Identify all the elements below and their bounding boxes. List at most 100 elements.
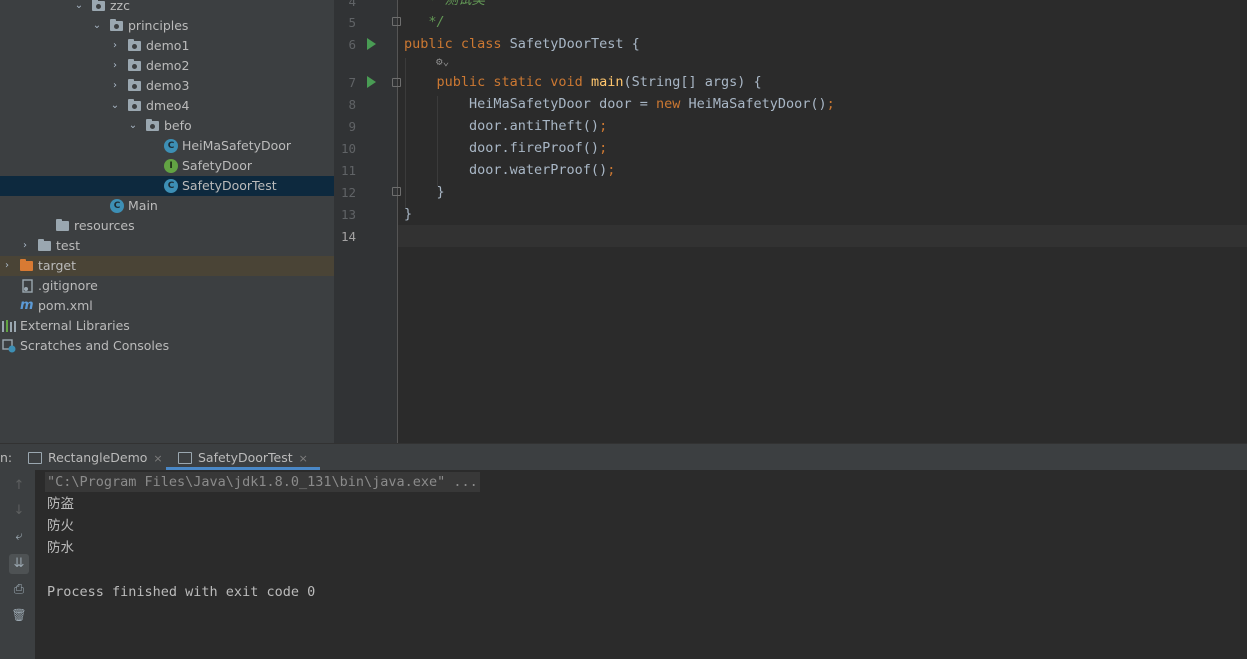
package-icon [128,99,142,113]
project-tree: ⌄ zzc ⌄ principles › demo1 › demo2 › dem… [0,0,334,443]
tree-item-zzc[interactable]: ⌄ zzc [0,0,334,16]
tree-item-label: resources [74,218,135,233]
tree-item-target[interactable]: › target [0,256,334,276]
code-text: (String[] args) { [623,74,762,90]
run-label: n: [0,450,13,465]
interface-icon: I [164,159,178,173]
down-arrow-icon[interactable]: ↓ [9,501,29,521]
console-output-line: 防盗 [47,496,74,512]
fold-marker-icon[interactable] [392,17,401,26]
tree-item-safetydoortest[interactable]: C SafetyDoorTest [0,176,334,196]
ide-window: ⌄ zzc ⌄ principles › demo1 › demo2 › dem… [0,0,1247,659]
fold-marker-icon[interactable] [392,187,401,196]
gitignore-file-icon [22,279,36,293]
scratches-icon [2,339,16,353]
line-number: 12 [340,185,356,200]
chevron-right-icon[interactable]: › [110,40,120,52]
chevron-down-icon[interactable]: ⌄ [92,20,102,32]
chevron-down-icon[interactable]: ⌄ [74,0,84,12]
code-text: door.antiTheft() [404,118,600,134]
tree-item-safetydoor[interactable]: I SafetyDoor [0,156,334,176]
tree-item-label: Main [128,198,158,213]
package-icon [128,59,142,73]
code-line-6: public class SafetyDoorTest { [404,34,640,54]
tree-item-gitignore[interactable]: .gitignore [0,276,334,296]
semicolon: ; [599,118,608,134]
tree-item-dmeo4[interactable]: ⌄ dmeo4 [0,96,334,116]
chevron-right-icon[interactable]: › [20,240,30,252]
semicolon: ; [607,162,616,178]
console-tab-icon [178,451,192,464]
console-output[interactable] [35,470,1247,659]
tree-item-label: pom.xml [38,298,93,313]
code-line-10: door.fireProof(); [404,138,607,158]
chevron-right-icon[interactable]: › [2,260,12,272]
tree-item-label: demo1 [146,38,190,53]
tab-label: SafetyDoorTest [198,450,293,465]
tree-item-principles[interactable]: ⌄ principles [0,16,334,36]
resources-folder-icon [56,219,70,233]
tree-item-main[interactable]: C Main [0,196,334,216]
run-tool-window-header: n: RectangleDemo × SafetyDoorTest × [0,443,1247,470]
package-icon [146,119,160,133]
code-editor[interactable] [398,0,1247,443]
runnable-class-icon: C [110,199,124,213]
tree-item-resources[interactable]: resources [0,216,334,236]
print-icon[interactable]: ⎙ [9,580,29,600]
console-exit-line: Process finished with exit code 0 [47,584,316,600]
chevron-right-icon[interactable]: › [110,60,120,72]
tree-item-demo1[interactable]: › demo1 [0,36,334,56]
console-output-line: 防水 [47,540,74,556]
tab-rectangledemo[interactable]: RectangleDemo × [28,444,163,470]
tree-item-label: demo2 [146,58,190,73]
line-number: 11 [340,163,356,178]
tree-item-label: SafetyDoor [182,158,253,173]
libraries-icon [2,319,16,333]
keyword: public class [404,36,510,52]
close-icon[interactable]: × [299,452,308,465]
code-line-7: public static void main(String[] args) { [404,72,762,92]
up-arrow-icon[interactable]: ↑ [9,476,29,496]
semicolon: ; [599,140,608,156]
console-tab-icon [28,451,42,464]
tree-item-label: External Libraries [20,318,130,333]
code-line-4: * 测试类 [404,0,486,8]
chevron-down-icon[interactable]: ⌄ [128,120,138,132]
scroll-to-end-icon[interactable]: ⇊ [9,554,29,574]
tree-item-external-libraries[interactable]: External Libraries [0,316,334,336]
tree-item-demo3[interactable]: › demo3 [0,76,334,96]
package-icon [92,0,106,13]
code-line-9: door.antiTheft(); [404,116,607,136]
method-name: main [590,74,624,90]
tab-safetydoortest[interactable]: SafetyDoorTest × [166,444,320,470]
code-text: HeiMaSafetyDoor door = [404,96,656,112]
tree-item-demo2[interactable]: › demo2 [0,56,334,76]
close-icon[interactable]: × [153,452,162,465]
code-line-5: */ [404,14,445,30]
chevron-right-icon[interactable]: › [110,80,120,92]
run-toolbar: ↑ ↓ ⤶ ⇊ ⎙ 🗑 [0,470,35,659]
run-gutter-icon[interactable] [367,38,376,50]
class-icon: C [164,139,178,153]
console-command-line: "C:\Program Files\Java\jdk1.8.0_131\bin\… [45,472,480,492]
line-number: 4 [348,0,356,9]
code-text: SafetyDoorTest { [509,36,640,52]
code-text: door.fireProof() [404,140,600,156]
tree-item-befo[interactable]: ⌄ befo [0,116,334,136]
tree-item-scratches[interactable]: Scratches and Consoles [0,336,334,356]
tree-item-label: HeiMaSafetyDoor [182,138,292,153]
tree-item-test[interactable]: › test [0,236,334,256]
excluded-folder-icon [20,259,34,273]
line-number: 8 [348,97,356,112]
run-gutter-icon[interactable] [367,76,376,88]
tree-item-heimasafetydoor[interactable]: C HeiMaSafetyDoor [0,136,334,156]
chevron-down-icon[interactable]: ⌄ [110,100,120,112]
line-number: 5 [348,15,356,30]
code-vision-hint-icon[interactable]: ⚙⌄ [436,52,449,72]
line-number: 9 [348,119,356,134]
trash-icon[interactable]: 🗑 [9,605,29,625]
fold-marker-icon[interactable] [392,78,401,87]
tree-item-pom[interactable]: m pom.xml [0,296,334,316]
line-number: 6 [348,37,356,52]
soft-wrap-icon[interactable]: ⤶ [9,527,29,547]
